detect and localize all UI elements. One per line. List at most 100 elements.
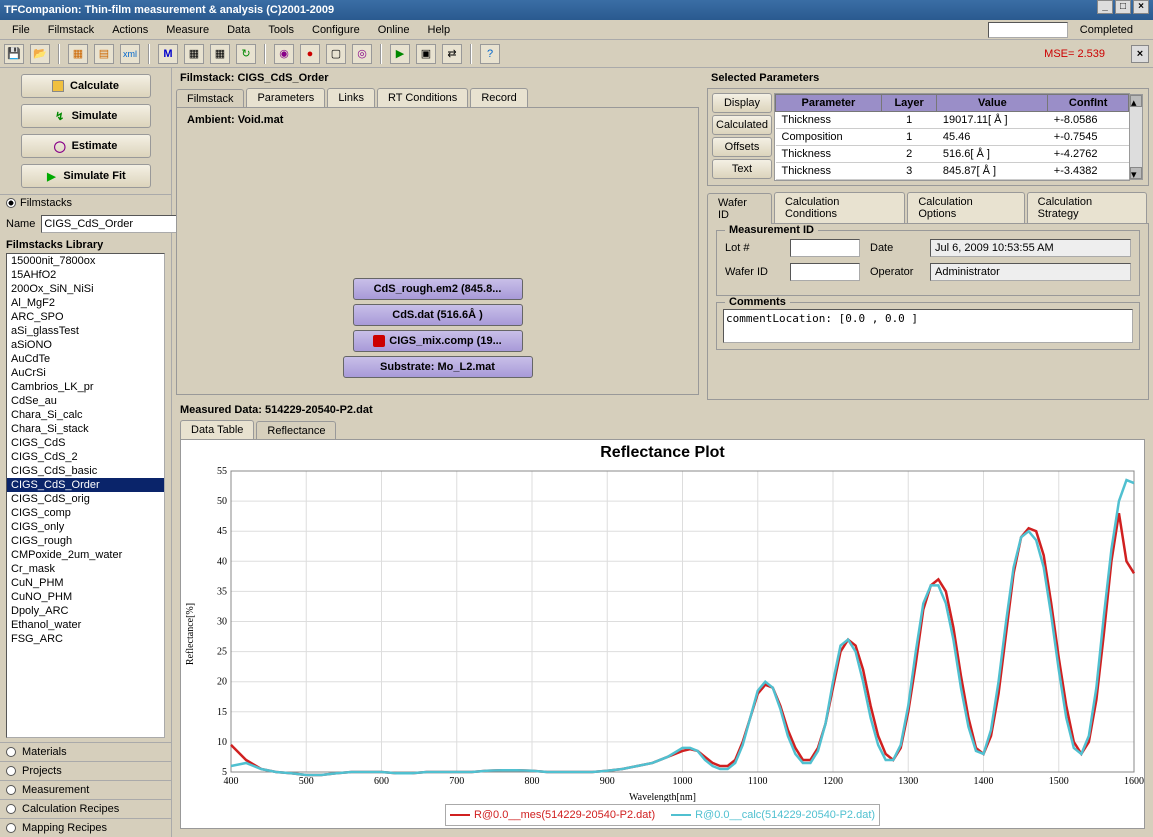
simulate-button[interactable]: ↯Simulate: [21, 104, 151, 128]
accordion-item[interactable]: Measurement: [0, 780, 171, 799]
dot-icon[interactable]: ●: [300, 44, 320, 64]
library-item[interactable]: AuCrSi: [7, 366, 164, 380]
library-item[interactable]: Chara_Si_stack: [7, 422, 164, 436]
status-input[interactable]: [988, 22, 1068, 38]
library-item[interactable]: Cr_mask: [7, 562, 164, 576]
minimize-button[interactable]: _: [1097, 0, 1113, 14]
name-input[interactable]: [41, 215, 189, 233]
estimate-button[interactable]: ◯Estimate: [21, 134, 151, 158]
maximize-button[interactable]: □: [1115, 0, 1131, 14]
selparam-subtab[interactable]: Calculation Strategy: [1027, 192, 1147, 223]
help-icon[interactable]: ?: [480, 44, 500, 64]
param-row[interactable]: Composition145.46+-0.7545: [776, 129, 1129, 146]
filmstack-tab[interactable]: Parameters: [246, 88, 325, 107]
wafer-input[interactable]: [790, 263, 860, 281]
stack-icon[interactable]: ▦: [184, 44, 204, 64]
calculate-button[interactable]: Calculate: [21, 74, 151, 98]
library-item[interactable]: CIGS_comp: [7, 506, 164, 520]
target-icon[interactable]: ◎: [352, 44, 372, 64]
meas-id-label: Measurement ID: [725, 224, 818, 236]
library-item[interactable]: CIGS_only: [7, 520, 164, 534]
tool-icon-2[interactable]: ▤: [94, 44, 114, 64]
menu-measure[interactable]: Measure: [158, 22, 217, 38]
comments-textarea[interactable]: [723, 309, 1133, 343]
params-scrollbar[interactable]: ▴▾: [1129, 94, 1143, 180]
tool-icon-1[interactable]: ▦: [68, 44, 88, 64]
library-item[interactable]: ARC_SPO: [7, 310, 164, 324]
library-item[interactable]: CIGS_CdS_Order: [7, 478, 164, 492]
save-icon[interactable]: 💾: [4, 44, 24, 64]
library-item[interactable]: CIGS_CdS_2: [7, 450, 164, 464]
filmstack-tab[interactable]: Links: [327, 88, 375, 107]
param-row[interactable]: Thickness119017.11[ Å ]+-8.0586: [776, 112, 1129, 129]
library-item[interactable]: aSi_glassTest: [7, 324, 164, 338]
grid-icon[interactable]: ▦: [210, 44, 230, 64]
library-item[interactable]: aSiONO: [7, 338, 164, 352]
param-row[interactable]: Thickness3845.87[ Å ]+-3.4382: [776, 163, 1129, 180]
library-item[interactable]: CdSe_au: [7, 394, 164, 408]
filmstack-tab[interactable]: Filmstack: [176, 89, 244, 108]
square-icon[interactable]: ▢: [326, 44, 346, 64]
lot-input[interactable]: [790, 239, 860, 257]
measured-tab[interactable]: Data Table: [180, 420, 254, 439]
selparam-view-button[interactable]: Text: [712, 159, 772, 179]
menu-data[interactable]: Data: [219, 22, 258, 38]
library-item[interactable]: CIGS_CdS: [7, 436, 164, 450]
link-icon[interactable]: ⇄: [442, 44, 462, 64]
selparam-view-button[interactable]: Offsets: [712, 137, 772, 157]
filmstack-tab[interactable]: RT Conditions: [377, 88, 468, 107]
layer-button[interactable]: Substrate: Mo_L2.mat: [343, 356, 533, 378]
menu-configure[interactable]: Configure: [304, 22, 368, 38]
library-item[interactable]: Chara_Si_calc: [7, 408, 164, 422]
run-icon[interactable]: ▶: [390, 44, 410, 64]
selparam-view-button[interactable]: Display: [712, 93, 772, 113]
library-item[interactable]: CIGS_CdS_orig: [7, 492, 164, 506]
library-item[interactable]: CuN_PHM: [7, 576, 164, 590]
selparam-subtab[interactable]: Wafer ID: [707, 193, 772, 224]
layer-button[interactable]: CIGS_mix.comp (19...: [353, 330, 523, 352]
selparam-view-button[interactable]: Calculated: [712, 115, 772, 135]
library-item[interactable]: Ethanol_water: [7, 618, 164, 632]
filmstack-tab[interactable]: Record: [470, 88, 527, 107]
library-item[interactable]: 200Ox_SiN_NiSi: [7, 282, 164, 296]
window-icon[interactable]: ▣: [416, 44, 436, 64]
selparam-subtab[interactable]: Calculation Conditions: [774, 192, 905, 223]
m-icon[interactable]: M: [158, 44, 178, 64]
accordion-item[interactable]: Materials: [0, 742, 171, 761]
layer-button[interactable]: CdS.dat (516.6Å ): [353, 304, 523, 326]
library-item[interactable]: 15000nit_7800ox: [7, 254, 164, 268]
accordion-item[interactable]: Projects: [0, 761, 171, 780]
library-item[interactable]: Dpoly_ARC: [7, 604, 164, 618]
selparam-subtab[interactable]: Calculation Options: [907, 192, 1024, 223]
menu-filmstack[interactable]: Filmstack: [40, 22, 102, 38]
panel-close-icon[interactable]: ×: [1131, 45, 1149, 63]
layer-button[interactable]: CdS_rough.em2 (845.8...: [353, 278, 523, 300]
library-item[interactable]: CMPoxide_2um_water: [7, 548, 164, 562]
param-row[interactable]: Thickness2516.6[ Å ]+-4.2762: [776, 146, 1129, 163]
menu-help[interactable]: Help: [420, 22, 459, 38]
open-icon[interactable]: 📂: [30, 44, 50, 64]
library-item[interactable]: Al_MgF2: [7, 296, 164, 310]
menu-file[interactable]: File: [4, 22, 38, 38]
close-button[interactable]: ×: [1133, 0, 1149, 14]
library-item[interactable]: 15AHfO2: [7, 268, 164, 282]
library-item[interactable]: CIGS_CdS_basic: [7, 464, 164, 478]
simulate-fit-button[interactable]: ▶Simulate Fit: [21, 164, 151, 188]
library-item[interactable]: AuCdTe: [7, 352, 164, 366]
filmstacks-radio[interactable]: [6, 198, 16, 208]
svg-text:5: 5: [222, 767, 227, 778]
library-item[interactable]: CuNO_PHM: [7, 590, 164, 604]
menu-actions[interactable]: Actions: [104, 22, 156, 38]
menu-online[interactable]: Online: [370, 22, 418, 38]
library-item[interactable]: Cambrios_LK_pr: [7, 380, 164, 394]
xml-icon[interactable]: xml: [120, 44, 140, 64]
measured-tab[interactable]: Reflectance: [256, 421, 336, 440]
library-item[interactable]: FSG_ARC: [7, 632, 164, 646]
accordion-item[interactable]: Mapping Recipes: [0, 818, 171, 837]
library-item[interactable]: CIGS_rough: [7, 534, 164, 548]
circle-icon[interactable]: ◉: [274, 44, 294, 64]
library-listbox[interactable]: 15000nit_7800ox15AHfO2200Ox_SiN_NiSiAl_M…: [6, 253, 165, 738]
menu-tools[interactable]: Tools: [260, 22, 302, 38]
refresh-icon[interactable]: ↻: [236, 44, 256, 64]
accordion-item[interactable]: Calculation Recipes: [0, 799, 171, 818]
